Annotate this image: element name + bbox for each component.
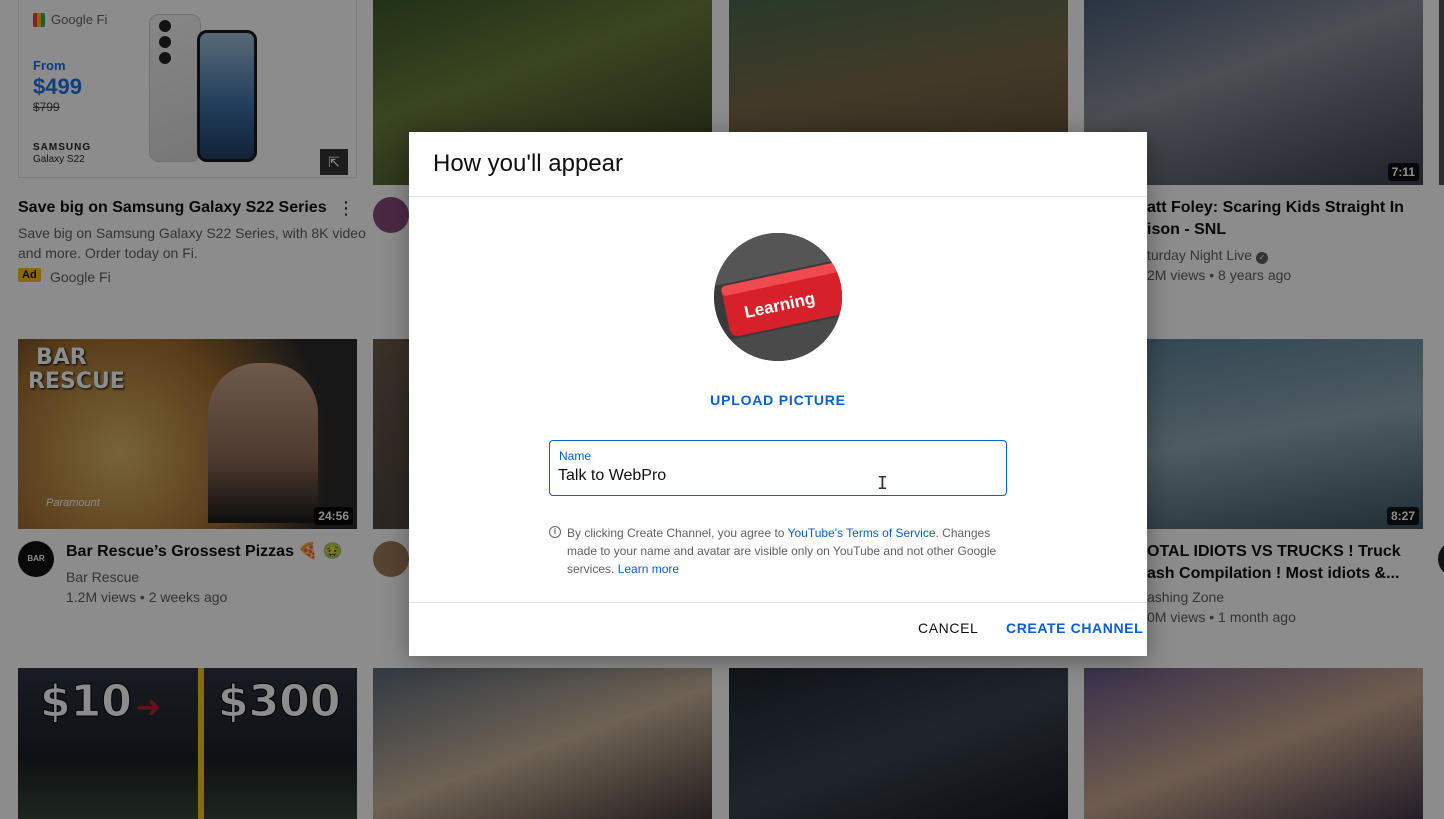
- disclaimer-prefix: By clicking Create Channel, you agree to: [567, 526, 788, 540]
- text-cursor-icon: I: [877, 473, 888, 494]
- info-icon: i: [549, 526, 561, 538]
- terms-of-service-link[interactable]: YouTube's Terms of Service: [788, 526, 936, 540]
- name-field[interactable]: Name I: [549, 440, 1007, 496]
- create-channel-dialog: How you'll appear Learning UPLOAD PICTUR…: [409, 132, 1147, 656]
- cancel-button[interactable]: CANCEL: [918, 620, 978, 636]
- divider: [409, 602, 1147, 603]
- disclaimer-text: By clicking Create Channel, you agree to…: [567, 524, 1007, 578]
- avatar-image: Learning: [714, 233, 842, 361]
- name-input[interactable]: [558, 467, 978, 485]
- avatar: Learning: [714, 233, 842, 361]
- divider: [409, 196, 1147, 197]
- create-channel-button[interactable]: CREATE CHANNEL: [1006, 620, 1143, 636]
- dialog-title: How you'll appear: [433, 150, 624, 177]
- youtube-page: Google Fi From $499 $799 SAMSUNG Galaxy …: [0, 0, 1444, 819]
- name-field-label: Name: [559, 449, 592, 463]
- learn-more-link[interactable]: Learn more: [618, 562, 679, 576]
- upload-picture-button[interactable]: UPLOAD PICTURE: [699, 392, 857, 408]
